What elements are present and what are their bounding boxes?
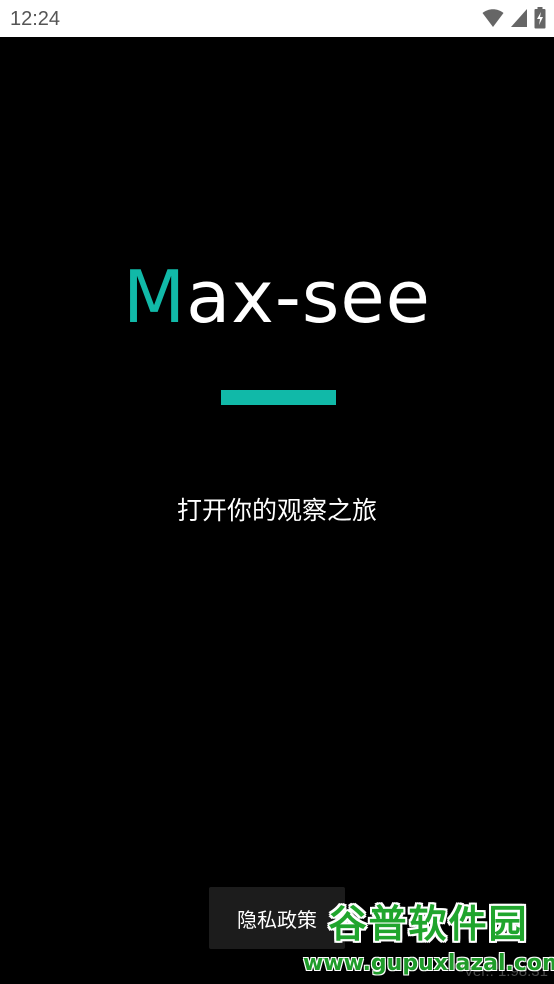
logo-underline	[221, 390, 336, 405]
watermark-url: www.gupuxlazal.com	[303, 951, 554, 976]
logo-text: ax-see	[186, 255, 431, 339]
watermark-title: 谷普软件园	[328, 902, 529, 946]
tagline: 打开你的观察之旅	[176, 496, 377, 525]
status-time: 12:24	[10, 8, 61, 30]
status-icons	[482, 7, 546, 29]
watermark: 谷普软件园 www.gupuxlazal.com	[303, 900, 554, 984]
splash-screen: 12:24 Max-see 打开你的观察之旅 隐私政策 Ver.: 1.98.3…	[0, 0, 554, 984]
app-logo: Max-see	[0, 255, 554, 339]
signal-icon	[511, 9, 527, 27]
battery-charging-icon	[534, 7, 546, 29]
logo-accent-letter: M	[123, 255, 187, 339]
wifi-icon	[482, 9, 504, 27]
status-bar: 12:24	[0, 0, 554, 37]
